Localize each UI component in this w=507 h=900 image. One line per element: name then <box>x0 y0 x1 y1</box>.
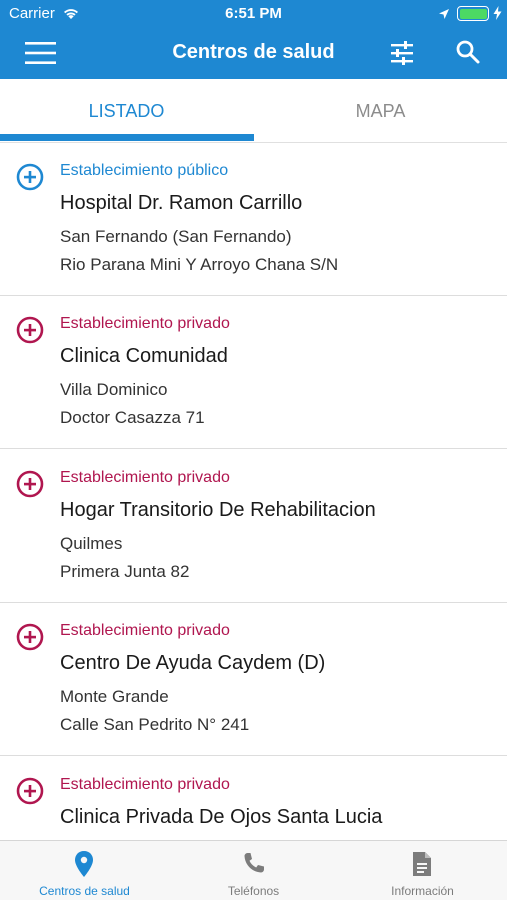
tab-listado[interactable]: LISTADO <box>0 79 253 142</box>
list-item[interactable]: Establecimiento privado Clinica Privada … <box>0 757 507 840</box>
establishment-address: Calle San Pedrito N° 241 <box>60 715 250 734</box>
bottom-tab-informacion[interactable]: Información <box>338 841 507 900</box>
bottom-tab-label: Centros de salud <box>39 884 130 898</box>
add-circle-icon[interactable] <box>16 777 44 805</box>
list-item[interactable]: Establecimiento privado Hogar Transitori… <box>0 450 507 603</box>
establishment-type: Establecimiento privado <box>60 622 230 639</box>
nav-bar: Centros de salud <box>0 28 507 79</box>
establishment-name: Clinica Comunidad <box>60 345 228 367</box>
add-circle-icon[interactable] <box>16 163 44 191</box>
battery-icon <box>457 6 489 21</box>
establishment-type: Establecimiento público <box>60 162 229 179</box>
establishment-name: Centro De Ayuda Caydem (D) <box>60 652 326 674</box>
establishment-city: Quilmes <box>60 534 123 553</box>
establishment-type: Establecimiento privado <box>60 315 230 332</box>
establishment-type: Establecimiento privado <box>60 776 230 793</box>
establishment-city: Monte Grande <box>60 687 169 706</box>
charging-bolt-icon <box>493 6 502 24</box>
status-bar: Carrier 6:51 PM <box>0 0 507 28</box>
location-pin-icon <box>75 851 93 877</box>
establishment-type: Establecimiento privado <box>60 469 230 486</box>
add-circle-icon[interactable] <box>16 470 44 498</box>
bottom-tab-telefonos[interactable]: Teléfonos <box>169 841 338 900</box>
phone-icon <box>244 853 264 873</box>
search-button[interactable] <box>455 39 481 65</box>
bottom-tab-label: Información <box>391 884 454 898</box>
establishment-name: Hospital Dr. Ramon Carrillo <box>60 192 303 214</box>
active-tab-indicator <box>0 134 254 141</box>
establishment-city: San Fernando (San Fernando) <box>60 227 292 246</box>
establishment-name: Clinica Privada De Ojos Santa Lucia <box>60 806 383 828</box>
establishment-address: Primera Junta 82 <box>60 562 190 581</box>
page-title: Centros de salud <box>172 41 335 63</box>
list-item[interactable]: Establecimiento público Hospital Dr. Ram… <box>0 143 507 296</box>
list-item[interactable]: Establecimiento privado Clinica Comunida… <box>0 296 507 449</box>
centers-list: Establecimiento público Hospital Dr. Ram… <box>0 143 507 840</box>
location-arrow-icon <box>438 7 450 24</box>
clock: 6:51 PM <box>225 5 282 22</box>
filter-sliders-icon <box>391 41 413 65</box>
add-circle-icon[interactable] <box>16 623 44 651</box>
establishment-address: Doctor Casazza 71 <box>60 408 205 427</box>
app-header: Carrier 6:51 PM Centros de salud <box>0 0 507 79</box>
establishment-city: Villa Dominico <box>60 380 168 399</box>
tab-mapa[interactable]: MAPA <box>254 79 507 142</box>
establishment-address: Rio Parana Mini Y Arroyo Chana S/N <box>60 255 339 274</box>
search-icon <box>456 40 480 64</box>
filter-button[interactable] <box>389 40 415 66</box>
bottom-tab-bar: Centros de salud Teléfonos Información <box>0 840 507 900</box>
list-item[interactable]: Establecimiento privado Centro De Ayuda … <box>0 603 507 756</box>
bottom-tab-centros[interactable]: Centros de salud <box>0 841 169 900</box>
establishment-name: Hogar Transitorio De Rehabilitacion <box>60 499 376 521</box>
document-icon <box>413 852 431 876</box>
add-circle-icon[interactable] <box>16 316 44 344</box>
bottom-tab-label: Teléfonos <box>227 884 280 898</box>
